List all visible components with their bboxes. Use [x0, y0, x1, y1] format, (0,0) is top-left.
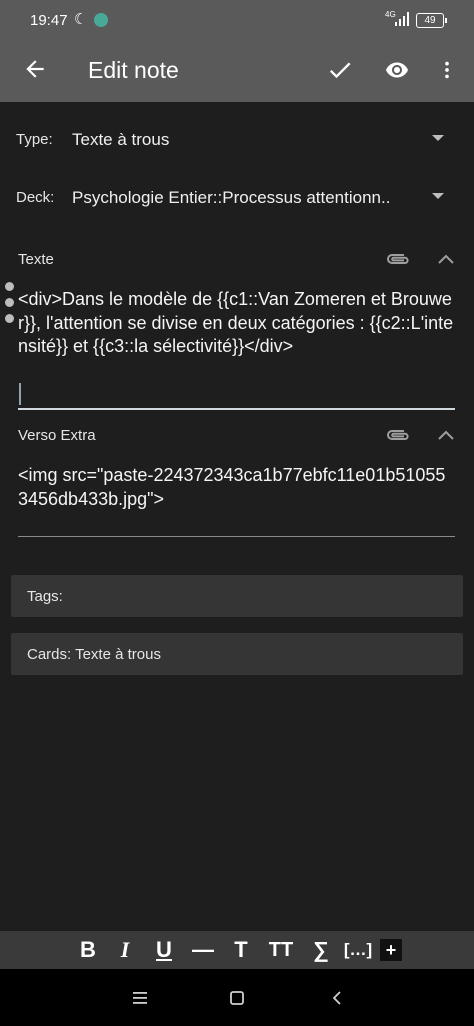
add-button[interactable]: + — [380, 939, 402, 961]
app-bar: Edit note — [0, 40, 474, 102]
system-nav-bar — [0, 969, 474, 1026]
deck-value[interactable]: Psychologie Entier::Processus attentionn… — [72, 188, 390, 208]
field-header-texte: Texte — [0, 245, 474, 275]
horizontal-rule-button[interactable]: — — [188, 931, 218, 969]
field-label: Texte — [18, 251, 54, 268]
tags-label: Tags: — [27, 588, 63, 605]
bold-button[interactable]: B — [75, 931, 101, 969]
field-editor-texte[interactable]: <div>Dans le modèle de {{c1::Van Zomeren… — [18, 288, 455, 359]
title-case-button[interactable]: TT — [264, 931, 298, 969]
home-icon[interactable] — [229, 990, 245, 1006]
field-header-verso-extra: Verso Extra — [0, 421, 474, 451]
status-bar: 19:47 ☾ 4G 49 — [0, 0, 474, 40]
moon-icon: ☾ — [74, 11, 88, 28]
field-underline — [18, 536, 455, 537]
dropdown-caret-icon — [432, 135, 444, 141]
dropdown-caret-icon — [432, 193, 444, 199]
attachment-icon[interactable] — [384, 249, 412, 269]
back-arrow-icon[interactable] — [22, 56, 48, 82]
text-selection-handles[interactable] — [5, 282, 14, 330]
note-type-value[interactable]: Texte à trous — [72, 130, 169, 150]
deck-row[interactable]: Deck: Psychologie Entier::Processus atte… — [0, 178, 474, 218]
signal-icon — [395, 12, 409, 26]
field-underline-active — [18, 408, 455, 410]
mathjax-button[interactable]: ∑ — [308, 931, 334, 969]
recents-icon[interactable] — [131, 990, 149, 1006]
underline-button[interactable]: U — [151, 931, 177, 969]
field-label: Verso Extra — [18, 427, 96, 444]
cards-button[interactable]: Cards: Texte à trous — [11, 633, 463, 675]
page-title: Edit note — [88, 57, 179, 83]
text-cursor — [19, 383, 21, 405]
format-toolbar: B I U — T TT ∑ […] + — [0, 931, 474, 969]
battery-icon: 49 — [416, 13, 447, 28]
back-nav-icon[interactable] — [330, 990, 344, 1006]
notification-app-icon — [94, 13, 108, 27]
chevron-up-icon[interactable] — [436, 251, 456, 267]
note-type-row[interactable]: Type: Texte à trous — [0, 120, 474, 160]
chevron-up-icon[interactable] — [436, 427, 456, 443]
cards-label: Cards: Texte à trous — [27, 646, 161, 663]
deck-label: Deck: — [16, 189, 55, 206]
note-type-label: Type: — [16, 131, 53, 148]
eye-icon[interactable] — [382, 58, 412, 82]
attachment-icon[interactable] — [384, 425, 412, 445]
field-editor-verso-extra[interactable]: <img src="paste-224372343ca1b77ebfc11e01… — [18, 464, 455, 511]
italic-button[interactable]: I — [112, 931, 138, 969]
status-time: 19:47 — [30, 12, 68, 29]
font-size-button[interactable]: T — [228, 931, 254, 969]
more-vert-icon[interactable] — [436, 56, 458, 84]
cloze-button[interactable]: […] — [342, 931, 374, 969]
tags-button[interactable]: Tags: — [11, 575, 463, 617]
check-icon[interactable] — [326, 56, 354, 84]
